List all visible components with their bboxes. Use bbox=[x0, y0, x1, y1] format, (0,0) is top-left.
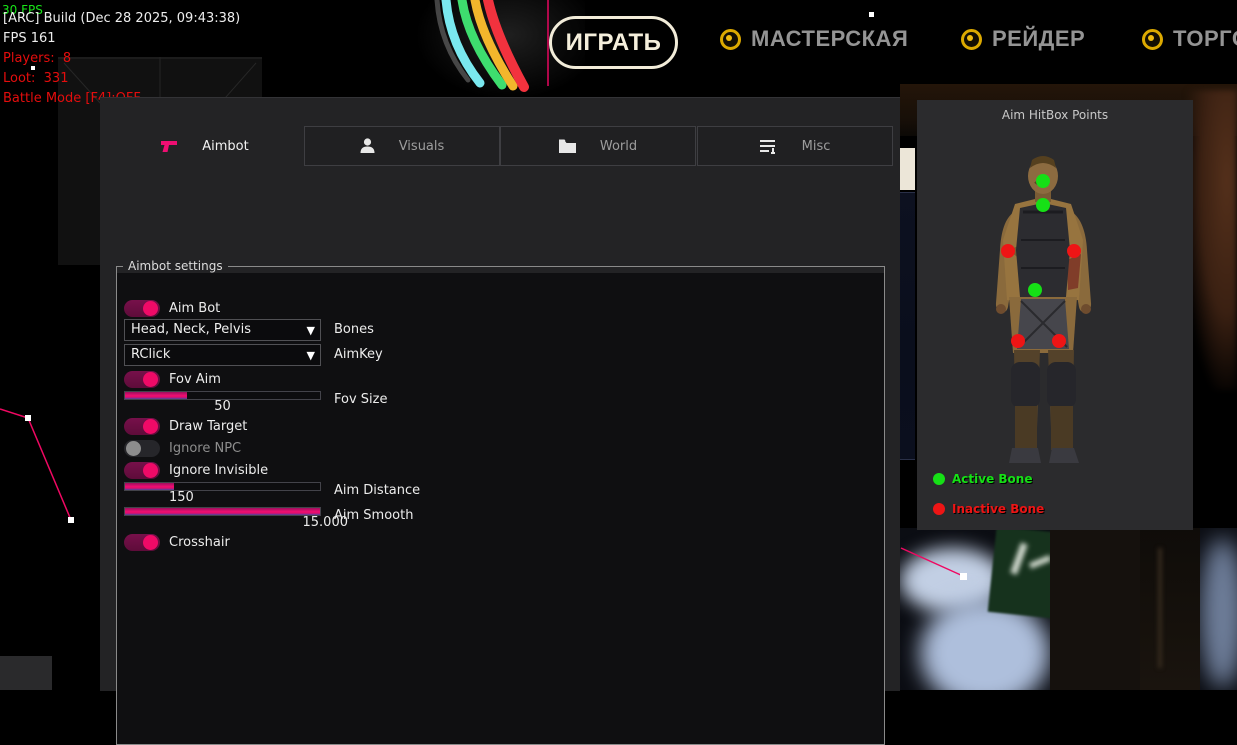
aimkey-label: AimKey bbox=[334, 347, 383, 362]
fov-size-value: 50 bbox=[124, 400, 321, 414]
bones-dropdown-value: Head, Neck, Pelvis bbox=[131, 322, 251, 337]
aim-smooth-slider[interactable] bbox=[124, 507, 321, 516]
legend-inactive-bone: Inactive Bone bbox=[933, 502, 1044, 516]
hitbox-point-neck[interactable] bbox=[1036, 198, 1050, 212]
toggle-label: Fov Aim bbox=[169, 372, 221, 387]
fov-size-row: 50 Fov Size bbox=[124, 391, 544, 414]
aim-smooth-label: Aim Smooth bbox=[334, 508, 413, 523]
fov-size-label: Fov Size bbox=[334, 392, 387, 407]
aim-distance-label: Aim Distance bbox=[334, 483, 420, 498]
playlist-add-icon bbox=[760, 139, 778, 154]
tab-label: Misc bbox=[802, 139, 831, 154]
hitbox-point-right-shoulder[interactable] bbox=[1067, 244, 1081, 258]
legend-label: Inactive Bone bbox=[952, 502, 1044, 516]
hitbox-panel: Aim HitBox Points bbox=[917, 100, 1193, 530]
tab-label: Visuals bbox=[399, 139, 445, 154]
bones-dropdown[interactable]: Head, Neck, Pelvis ▼ bbox=[124, 319, 321, 341]
toggle-switch[interactable] bbox=[124, 371, 160, 388]
draw-target-toggle[interactable]: Draw Target bbox=[124, 416, 247, 434]
aim-distance-row: 150 Aim Distance bbox=[124, 482, 544, 505]
aimbot-settings-body: Aim Bot Head, Neck, Pelvis ▼ Bones RClic… bbox=[117, 273, 884, 744]
active-bone-dot-icon bbox=[933, 473, 945, 485]
hitbox-point-left-knee[interactable] bbox=[1011, 334, 1025, 348]
aim-distance-value: 150 bbox=[124, 491, 321, 505]
tab-label: Aimbot bbox=[202, 139, 248, 154]
aimkey-dropdown-value: RClick bbox=[131, 347, 170, 362]
toggle-switch[interactable] bbox=[124, 418, 160, 435]
pistol-icon bbox=[161, 140, 178, 153]
legend-label: Active Bone bbox=[952, 472, 1032, 486]
ignore-invisible-toggle[interactable]: Ignore Invisible bbox=[124, 460, 268, 478]
slider-fill bbox=[125, 508, 320, 515]
toggle-switch[interactable] bbox=[124, 300, 160, 317]
toggle-label: Crosshair bbox=[169, 535, 230, 550]
inactive-bone-dot-icon bbox=[933, 503, 945, 515]
hitbox-point-head[interactable] bbox=[1036, 174, 1050, 188]
fov-aim-toggle[interactable]: Fov Aim bbox=[124, 369, 221, 387]
crosshair-toggle[interactable]: Crosshair bbox=[124, 532, 230, 550]
legend-active-bone: Active Bone bbox=[933, 472, 1032, 486]
slider-fill bbox=[125, 483, 174, 490]
aim-smooth-row: 15.000 Aim Smooth bbox=[124, 507, 544, 530]
bones-row: Head, Neck, Pelvis ▼ Bones bbox=[124, 319, 321, 341]
toggle-label: Ignore Invisible bbox=[169, 463, 268, 478]
hitbox-point-pelvis[interactable] bbox=[1028, 283, 1042, 297]
toggle-label: Draw Target bbox=[169, 419, 247, 434]
hitbox-point-right-knee[interactable] bbox=[1052, 334, 1066, 348]
tab-misc[interactable]: Misc bbox=[697, 126, 893, 166]
toggle-label: Aim Bot bbox=[169, 301, 220, 316]
group-title: Aimbot settings bbox=[123, 259, 228, 273]
player-model-preview bbox=[917, 100, 1193, 530]
tab-label: World bbox=[600, 139, 637, 154]
aimkey-dropdown[interactable]: RClick ▼ bbox=[124, 344, 321, 366]
bones-label: Bones bbox=[334, 322, 374, 337]
folder-icon bbox=[559, 139, 576, 153]
tab-world[interactable]: World bbox=[500, 126, 696, 166]
aim-distance-slider[interactable] bbox=[124, 482, 321, 491]
chevron-down-icon: ▼ bbox=[307, 349, 315, 362]
aimbot-settings-group: Aimbot settings Aim Bot Head, Neck, Pelv… bbox=[116, 259, 885, 745]
ignore-npc-toggle[interactable]: Ignore NPC bbox=[124, 438, 241, 456]
chevron-down-icon: ▼ bbox=[307, 324, 315, 337]
toggle-switch[interactable] bbox=[124, 534, 160, 551]
slider-fill bbox=[125, 392, 187, 399]
game-screen: { "hud": { "fps_counter": "30 FPS", "bui… bbox=[0, 0, 1237, 690]
aim-bot-toggle[interactable]: Aim Bot bbox=[124, 298, 220, 316]
aimkey-row: RClick ▼ AimKey bbox=[124, 344, 321, 366]
toggle-switch[interactable] bbox=[124, 462, 160, 479]
hitbox-point-left-shoulder[interactable] bbox=[1001, 244, 1015, 258]
toggle-switch[interactable] bbox=[124, 440, 160, 457]
toggle-label: Ignore NPC bbox=[169, 441, 241, 456]
cheat-menu-window: Aimbot Visuals World Misc Aimbot setting… bbox=[100, 97, 900, 691]
aim-smooth-value: 15.000 bbox=[124, 516, 348, 530]
tab-aimbot[interactable]: Aimbot bbox=[107, 126, 303, 166]
person-icon bbox=[360, 138, 375, 154]
tab-visuals[interactable]: Visuals bbox=[304, 126, 500, 166]
